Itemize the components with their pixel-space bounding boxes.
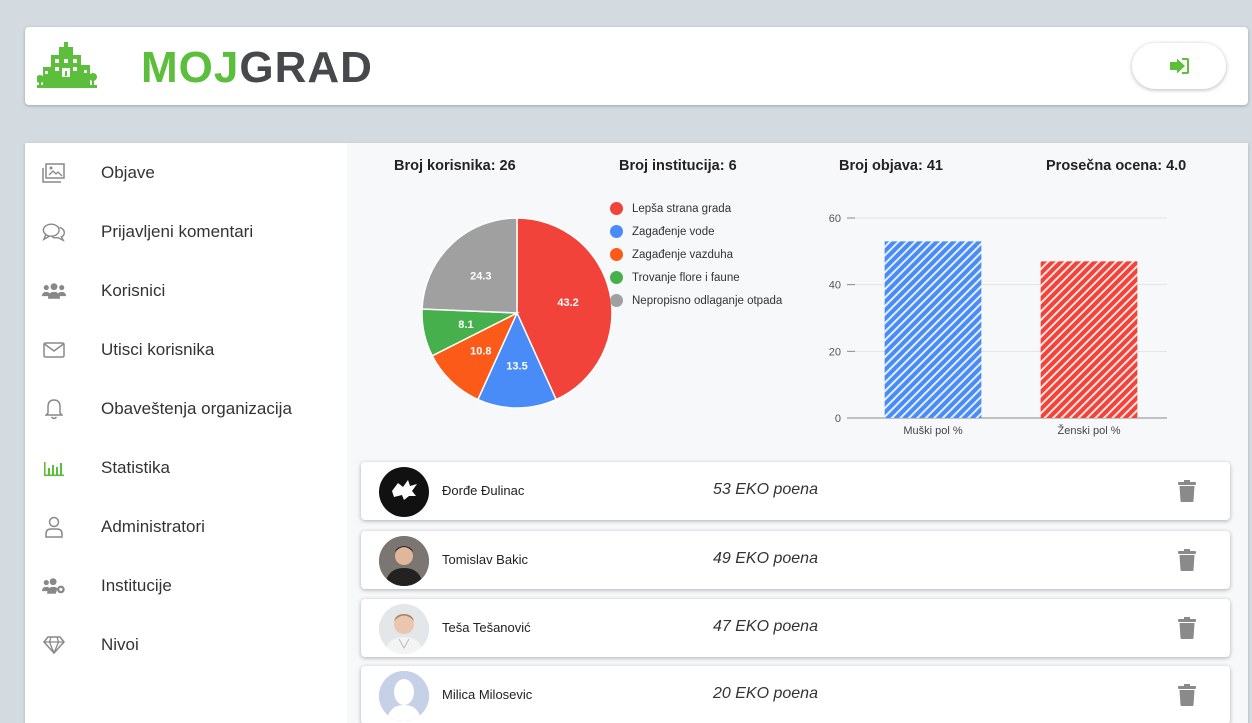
top-bar: MOJGRAD [25, 27, 1248, 105]
sidebar-item-objave[interactable]: Objave [25, 153, 347, 193]
sidebar-item-administratori[interactable]: Administratori [25, 507, 347, 547]
splat-logo-icon [392, 480, 417, 500]
legend-swatch [610, 248, 623, 261]
sidebar-item-label: Obaveštenja organizacija [101, 399, 292, 418]
stat-user-count: Broj korisnika: 26 [394, 158, 516, 174]
pie-slice-label: 24.3 [470, 270, 491, 282]
user-points: 47 EKO poena [713, 618, 818, 635]
stat-post-count: Broj objava: 41 [839, 158, 943, 174]
sign-out-icon [1170, 58, 1189, 74]
legend-swatch [610, 202, 623, 215]
sidebar-item-institucije[interactable]: Institucije [25, 566, 347, 606]
category-pie-chart: 43.2 13.5 10.8 8.1 24.3 [421, 217, 613, 409]
user-card: Teša Tešanović 47 EKO poena [361, 599, 1230, 657]
sidebar-item-label: Administratori [101, 517, 205, 536]
y-tick-label: 0 [835, 413, 841, 425]
sidebar-item-utisci-korisnika[interactable]: Utisci korisnika [25, 330, 347, 370]
bell-icon [42, 397, 66, 421]
default-avatar-icon [379, 671, 429, 721]
bar [1040, 261, 1138, 418]
sidebar-item-label: Prijavljeni komentari [101, 222, 254, 241]
pie-legend: Lepša strana grada Zagađenje vode Zagađenj… [610, 197, 782, 312]
avatar [379, 536, 429, 586]
sidebar: Objave Prijavljeni komentari Korisnici U… [25, 143, 347, 723]
stat-institution-count: Broj institucija: 6 [619, 158, 737, 174]
sidebar-item-obavestenja-organizacija[interactable]: Obaveštenja organizacija [25, 389, 347, 429]
sidebar-item-label: Nivoi [101, 635, 139, 654]
avatar [379, 604, 429, 654]
legend-item[interactable]: Nepropisno odlaganje otpada [610, 289, 782, 312]
legend-swatch [610, 294, 623, 307]
y-tick-label: 40 [829, 280, 841, 292]
legend-item[interactable]: Zagađenje vode [610, 220, 782, 243]
sidebar-item-nivoi[interactable]: Nivoi [25, 625, 347, 665]
user-points: 53 EKO poena [713, 481, 818, 498]
user-points: 49 EKO poena [713, 550, 818, 567]
content-panel: Objave Prijavljeni komentari Korisnici U… [25, 143, 1248, 723]
legend-label: Lepša strana grada [632, 202, 732, 215]
legend-item[interactable]: Trovanje flore i faune [610, 266, 782, 289]
trash-icon[interactable] [1178, 480, 1196, 502]
x-tick-label: Muški pol % [903, 425, 963, 437]
trash-icon[interactable] [1178, 617, 1196, 639]
trash-icon[interactable] [1178, 549, 1196, 571]
sidebar-item-prijavljeni-komentari[interactable]: Prijavljeni komentari [25, 212, 347, 252]
city-logo-icon [37, 42, 97, 88]
pie-slice-label: 8.1 [458, 319, 473, 331]
legend-label: Zagađenje vode [632, 225, 715, 238]
users-cog-icon [42, 574, 66, 598]
gem-icon [42, 633, 66, 657]
sidebar-item-label: Statistika [101, 458, 170, 477]
envelope-icon [42, 338, 66, 362]
sidebar-item-korisnici[interactable]: Korisnici [25, 271, 347, 311]
pie-slice-label: 13.5 [506, 360, 527, 372]
legend-label: Trovanje flore i faune [632, 271, 740, 284]
legend-swatch [610, 271, 623, 284]
legend-label: Nepropisno odlaganje otpada [632, 294, 783, 307]
images-icon [42, 161, 66, 185]
sidebar-item-label: Objave [101, 163, 155, 182]
avatar [379, 467, 429, 517]
user-card: Đorđe Đulinac 53 EKO poena [361, 462, 1230, 520]
stat-average-rating: Prosečna ocena: 4.0 [1046, 158, 1187, 174]
user-name: Tomislav Bakic [442, 552, 528, 567]
user-photo-icon [379, 604, 429, 654]
sidebar-item-statistika[interactable]: Statistika [25, 448, 347, 488]
legend-item[interactable]: Lepša strana grada [610, 197, 782, 220]
legend-item[interactable]: Zagađenje vazduha [610, 243, 782, 266]
pie-slice-label: 43.2 [557, 297, 578, 309]
y-tick-label: 60 [829, 213, 841, 225]
user-name: Milica Milosevic [442, 687, 533, 702]
legend-swatch [610, 225, 623, 238]
x-tick-label: Ženski pol % [1058, 424, 1121, 437]
gender-bar-chart: 0 20 40 60 Muški pol % Ženski pol % [829, 213, 1167, 437]
user-name: Teša Tešanović [442, 620, 531, 635]
user-name: Đorđe Đulinac [442, 483, 525, 498]
bar-chart-icon [42, 456, 66, 480]
user-points: 20 EKO poena [713, 685, 818, 702]
sidebar-item-label: Institucije [101, 576, 172, 595]
avatar [379, 671, 429, 721]
users-icon [42, 279, 66, 303]
user-card: Tomislav Bakic 49 EKO poena [361, 531, 1230, 589]
pie-slice-label: 10.8 [470, 346, 491, 358]
user-icon [42, 515, 66, 539]
trash-icon[interactable] [1178, 684, 1196, 706]
brand-title: MOJGRAD [141, 44, 373, 92]
legend-label: Zagađenje vazduha [632, 248, 734, 261]
statistics-main: Broj korisnika: 26 Broj institucija: 6 B… [347, 143, 1248, 723]
bar [884, 241, 982, 418]
brand-part-moj: MOJ [141, 43, 240, 92]
brand-part-grad: GRAD [239, 43, 373, 92]
user-photo-icon [379, 536, 429, 586]
logout-button[interactable] [1132, 43, 1226, 89]
comments-icon [42, 220, 66, 244]
y-tick-label: 20 [829, 346, 841, 358]
sidebar-item-label: Korisnici [101, 281, 166, 300]
sidebar-item-label: Utisci korisnika [101, 340, 215, 359]
user-card: Milica Milosevic 20 EKO poena [361, 666, 1230, 723]
pie-slice [421, 217, 518, 314]
